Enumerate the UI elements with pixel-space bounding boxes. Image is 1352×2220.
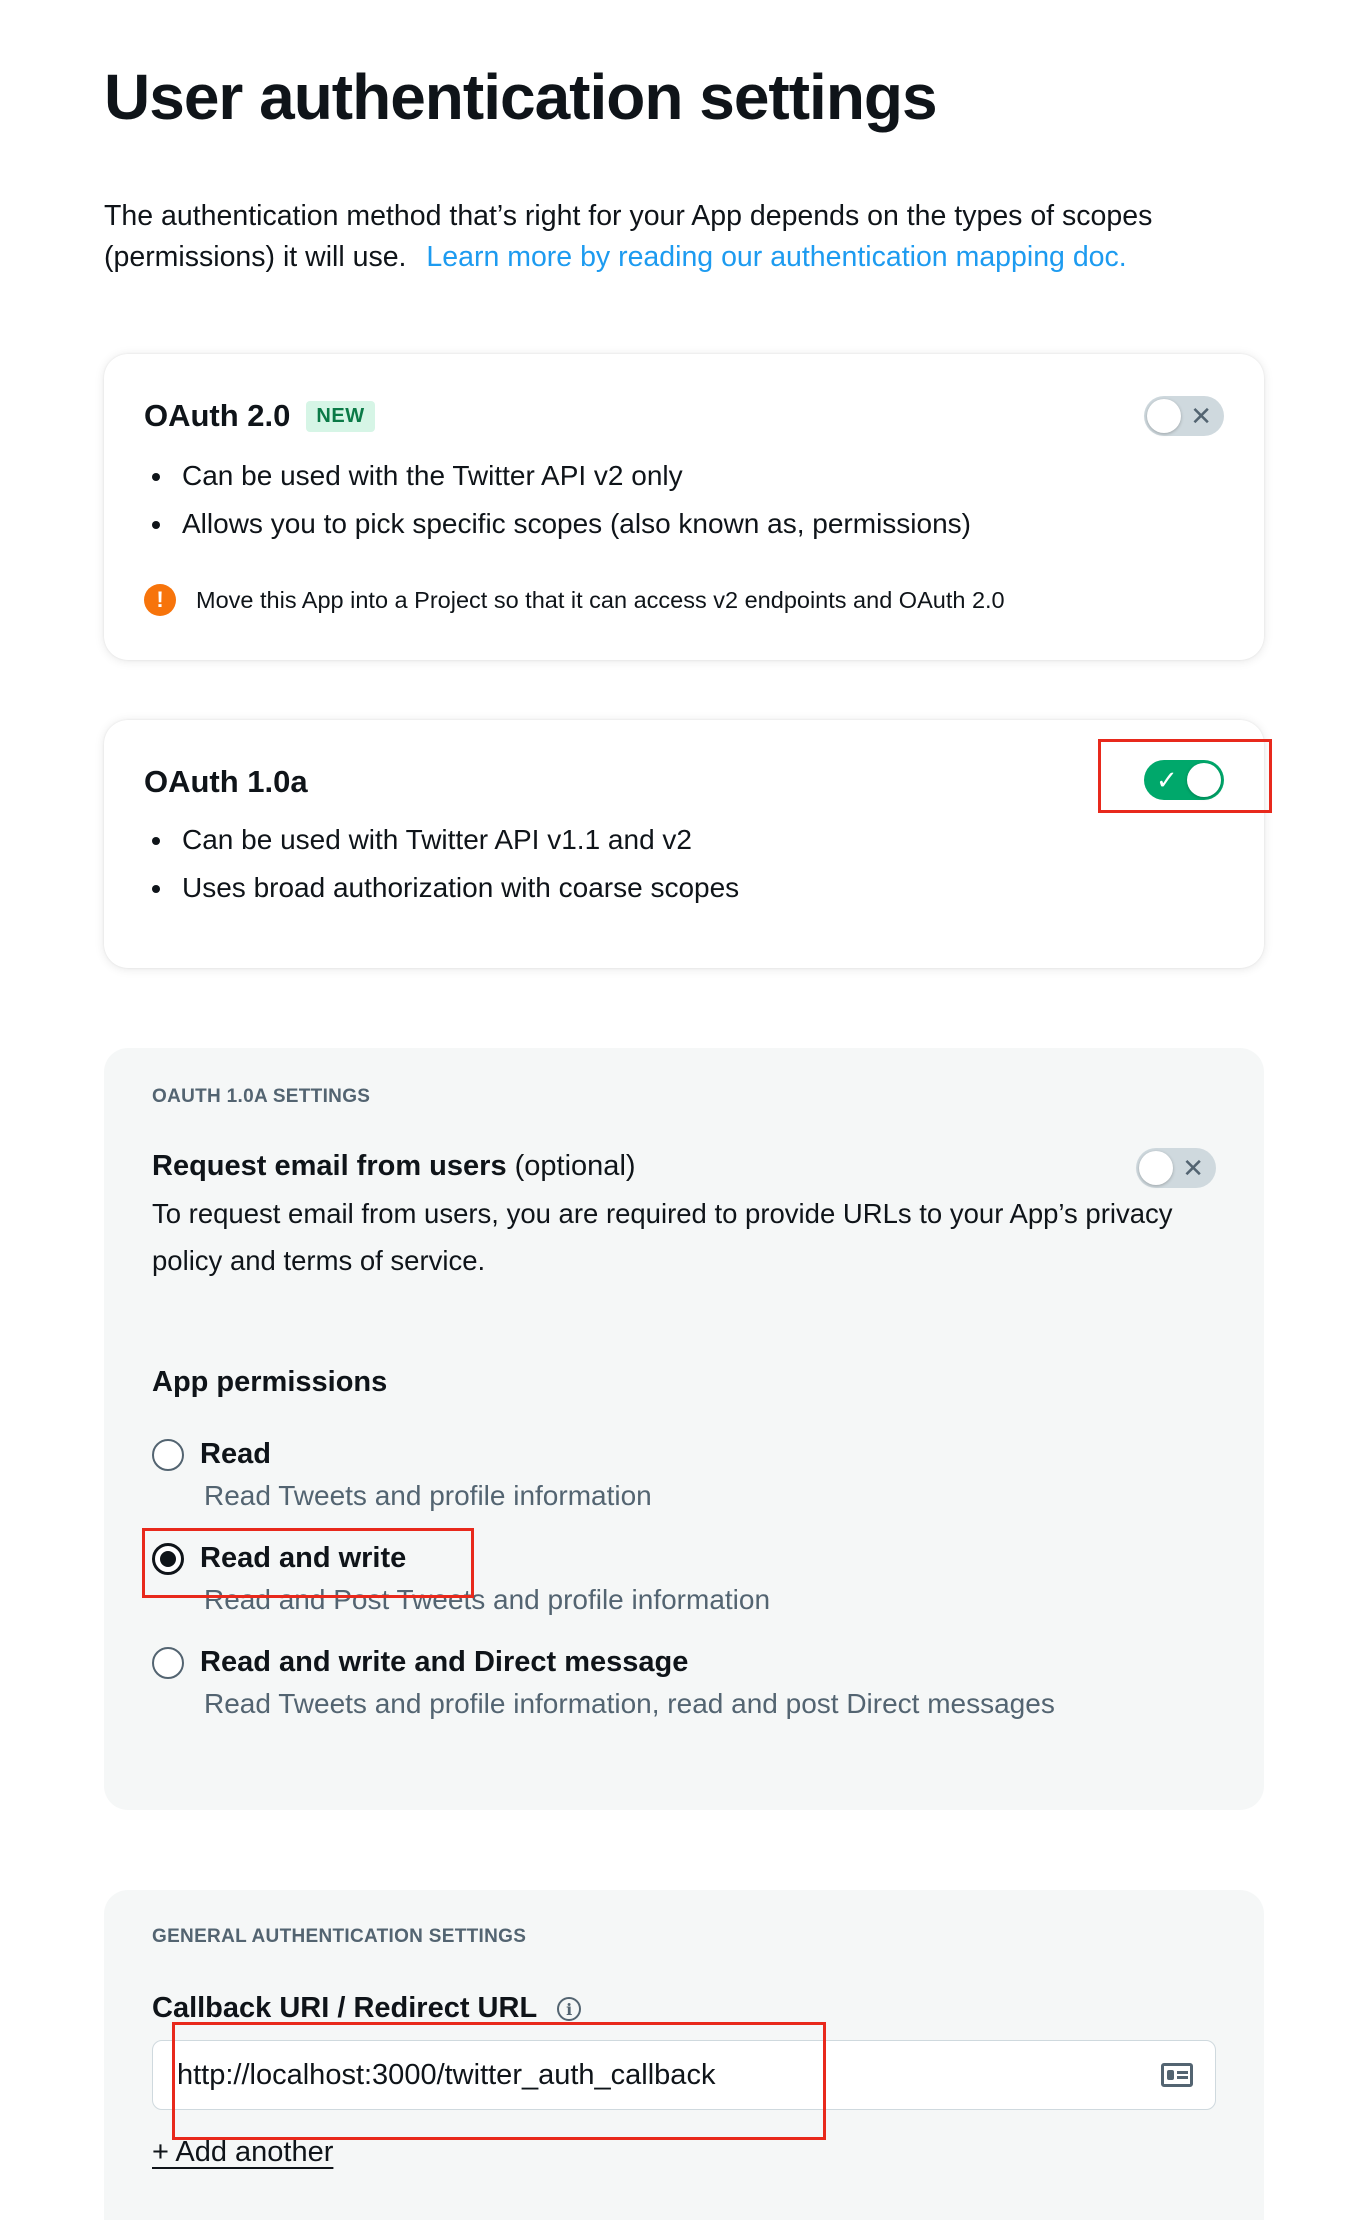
- oauth2-title: OAuth 2.0: [144, 398, 291, 433]
- radio-description: Read Tweets and profile information: [204, 1480, 652, 1511]
- oauth1-header: OAuth 1.0a: [144, 764, 308, 800]
- permission-read-write-dm[interactable]: Read and write and Direct message: [152, 1646, 688, 1679]
- callback-url-label: Callback URI / Redirect URL: [152, 1992, 538, 2024]
- page: User authentication settings The authent…: [0, 0, 1352, 2220]
- permission-highlight-box: [142, 1528, 474, 1598]
- oauth2-toggle[interactable]: ✕: [1144, 396, 1224, 436]
- close-icon: ✕: [1190, 401, 1212, 431]
- oauth1-title: OAuth 1.0a: [144, 764, 308, 799]
- list-item: Can be used with the Twitter API v2 only: [150, 452, 971, 500]
- notice-text: Move this App into a Project so that it …: [196, 586, 1005, 613]
- toggle-knob: [1139, 1151, 1173, 1185]
- section-label: OAUTH 1.0A SETTINGS: [152, 1086, 371, 1107]
- toggle-highlight-box: [1098, 739, 1272, 813]
- radio-label: Read: [200, 1438, 271, 1470]
- oauth1-settings-panel: OAUTH 1.0A SETTINGS Request email from u…: [104, 1048, 1264, 1810]
- list-item: Uses broad authorization with coarse sco…: [150, 864, 739, 912]
- app-permissions-title: App permissions: [152, 1366, 388, 1398]
- callback-highlight-box: [172, 2022, 826, 2140]
- request-email-toggle[interactable]: ✕: [1136, 1148, 1216, 1188]
- toggle-knob: [1147, 399, 1181, 433]
- permission-read[interactable]: Read: [152, 1438, 271, 1471]
- request-email-label: Request email from users: [152, 1150, 507, 1182]
- radio-button[interactable]: [152, 1646, 184, 1679]
- oauth2-notice: ! Move this App into a Project so that i…: [144, 584, 1005, 616]
- intro-text: The authentication method that’s right f…: [104, 196, 1264, 278]
- radio-label: Read and write and Direct message: [200, 1646, 689, 1678]
- oauth1-bullets: Can be used with Twitter API v1.1 and v2…: [150, 816, 739, 912]
- oauth2-bullets: Can be used with the Twitter API v2 only…: [150, 452, 971, 548]
- page-title: User authentication settings: [104, 61, 938, 133]
- callback-url-title: Callback URI / Redirect URL i: [152, 1992, 582, 2025]
- optional-label: (optional): [514, 1150, 636, 1182]
- oauth2-header: OAuth 2.0 NEW: [144, 398, 375, 434]
- request-email-description: To request email from users, you are req…: [152, 1198, 1173, 1276]
- add-another-link[interactable]: + Add another: [152, 2136, 333, 2169]
- radio-description: Read Tweets and profile information, rea…: [204, 1688, 1055, 1719]
- close-icon: ✕: [1182, 1153, 1204, 1183]
- oauth2-card: OAuth 2.0 NEW ✕ Can be used with the Twi…: [104, 354, 1264, 660]
- auth-mapping-doc-link[interactable]: Learn more by reading our authentication…: [426, 241, 1126, 273]
- list-item: Allows you to pick specific scopes (also…: [150, 500, 971, 548]
- contact-card-icon[interactable]: [1161, 2063, 1193, 2087]
- list-item: Can be used with Twitter API v1.1 and v2: [150, 816, 739, 864]
- request-email-title: Request email from users (optional): [152, 1150, 636, 1183]
- info-icon[interactable]: i: [557, 1997, 582, 2022]
- new-badge: NEW: [306, 400, 375, 432]
- radio-button[interactable]: [152, 1438, 184, 1471]
- section-label: GENERAL AUTHENTICATION SETTINGS: [152, 1926, 527, 1947]
- warning-icon: !: [144, 584, 176, 616]
- oauth1-card: OAuth 1.0a ✓ Can be used with Twitter AP…: [104, 720, 1264, 968]
